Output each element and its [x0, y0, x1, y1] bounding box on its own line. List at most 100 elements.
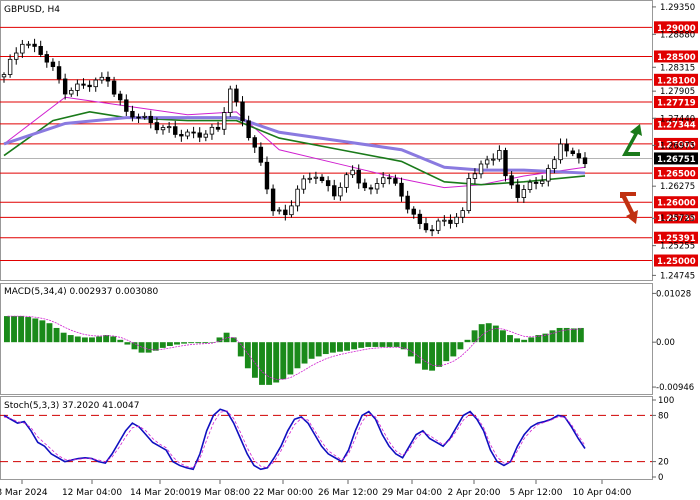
level-label: 1.27719 [657, 98, 696, 108]
candle-body [124, 99, 129, 112]
price-tick-label: 1.25255 [660, 242, 695, 252]
chart-title: GBPUSD, H4 [4, 5, 60, 15]
candle-body [368, 187, 374, 190]
candle-body [270, 188, 276, 212]
time-tick-label: 19 Mar 08:00 [190, 488, 250, 498]
candle-body [283, 209, 288, 216]
macd-bar [166, 342, 173, 346]
macd-bar [273, 342, 280, 383]
macd-bar [39, 320, 46, 343]
candle-body [338, 186, 343, 197]
macd-bar [46, 323, 53, 343]
candle-body [399, 182, 404, 197]
candle-body [62, 78, 68, 95]
candle-body [32, 43, 37, 47]
macd-bar [464, 339, 471, 343]
macd-bar [570, 328, 577, 343]
macd-bar [25, 317, 32, 343]
macd-bar [386, 342, 393, 347]
candle-body [234, 88, 239, 103]
macd-bar [4, 316, 10, 343]
macd-bar [96, 336, 102, 343]
macd-bar [414, 342, 421, 364]
time-tick-label: 12 Mar 04:00 [62, 488, 122, 498]
candle-body [356, 169, 361, 184]
candle-body [197, 132, 202, 138]
macd-bar [230, 337, 237, 343]
candle-body [7, 58, 13, 75]
candle-body [252, 137, 257, 148]
macd-bar [32, 318, 39, 343]
candle-body [246, 120, 251, 139]
candle-body [99, 76, 105, 81]
candle-body [307, 177, 312, 180]
price-tick-label: 1.29350 [660, 3, 695, 13]
candle-body [215, 126, 221, 130]
price-tick-label: 1.26275 [660, 182, 695, 192]
macd-bar [329, 342, 336, 353]
candle-body [14, 52, 19, 60]
candle-body [44, 54, 50, 63]
macd-bar [124, 342, 131, 345]
level-label: 1.26500 [657, 170, 696, 180]
candle-body [454, 216, 459, 224]
candle-body [570, 150, 575, 155]
macd-bar [18, 316, 25, 343]
stoch-tick-label: 20 [658, 458, 669, 468]
candle-body [332, 185, 337, 197]
price-tick-label: 1.28880 [660, 30, 695, 40]
candle-body [350, 169, 355, 176]
macd-bar [379, 342, 386, 347]
candle-body [118, 93, 123, 101]
candle-body [411, 208, 416, 215]
candle-body [75, 83, 80, 91]
level-label: 1.28100 [657, 76, 696, 86]
candle-body [26, 43, 31, 46]
candle-body [87, 84, 92, 88]
candle-body [166, 126, 172, 129]
macd-bar [407, 342, 414, 357]
candle-body [448, 219, 453, 224]
macd-bar [351, 342, 358, 350]
macd-bar [287, 342, 294, 375]
macd-bar [358, 342, 365, 348]
macd-bar [485, 323, 492, 343]
macd-bar [145, 342, 152, 353]
stochastic-axis: 100 80 20 0 [652, 396, 674, 483]
macd-bar [365, 342, 372, 347]
macd-bar [528, 337, 535, 343]
candle-body [484, 159, 490, 165]
level-label: 1.25000 [657, 257, 696, 267]
candle-body [173, 126, 178, 135]
macd-bar [60, 332, 67, 343]
stoch-tick-label: 80 [658, 411, 669, 421]
candle-body [142, 115, 147, 118]
candle-body [539, 180, 545, 184]
time-tick-label: 22 Mar 00:00 [253, 488, 313, 498]
level-label: 1.26000 [657, 199, 696, 209]
candle-body [319, 176, 325, 182]
candle-body [374, 183, 380, 190]
macd-bar [195, 342, 202, 344]
macd-bar [131, 342, 138, 350]
candle-body [472, 173, 478, 179]
candle-body [491, 158, 496, 161]
candle-body [289, 205, 294, 216]
candle-body [111, 80, 117, 95]
macd-bar [507, 335, 513, 343]
price-axis: 1.290001.285001.281001.277191.273441.270… [652, 3, 698, 281]
macd-bar [11, 316, 17, 343]
price-tick-label: 1.24745 [660, 271, 695, 281]
candle-body [228, 88, 233, 113]
macd-bar [450, 342, 457, 357]
candle-body [546, 168, 551, 182]
macd-bar [471, 330, 478, 343]
macd-bar [251, 342, 258, 378]
candle-body [515, 184, 520, 198]
macd-bar [74, 336, 81, 343]
candle-body [93, 79, 98, 88]
macd-bar [492, 325, 499, 343]
macd-bar [422, 342, 428, 370]
candle-body [442, 219, 447, 222]
macd-bar [266, 342, 273, 385]
